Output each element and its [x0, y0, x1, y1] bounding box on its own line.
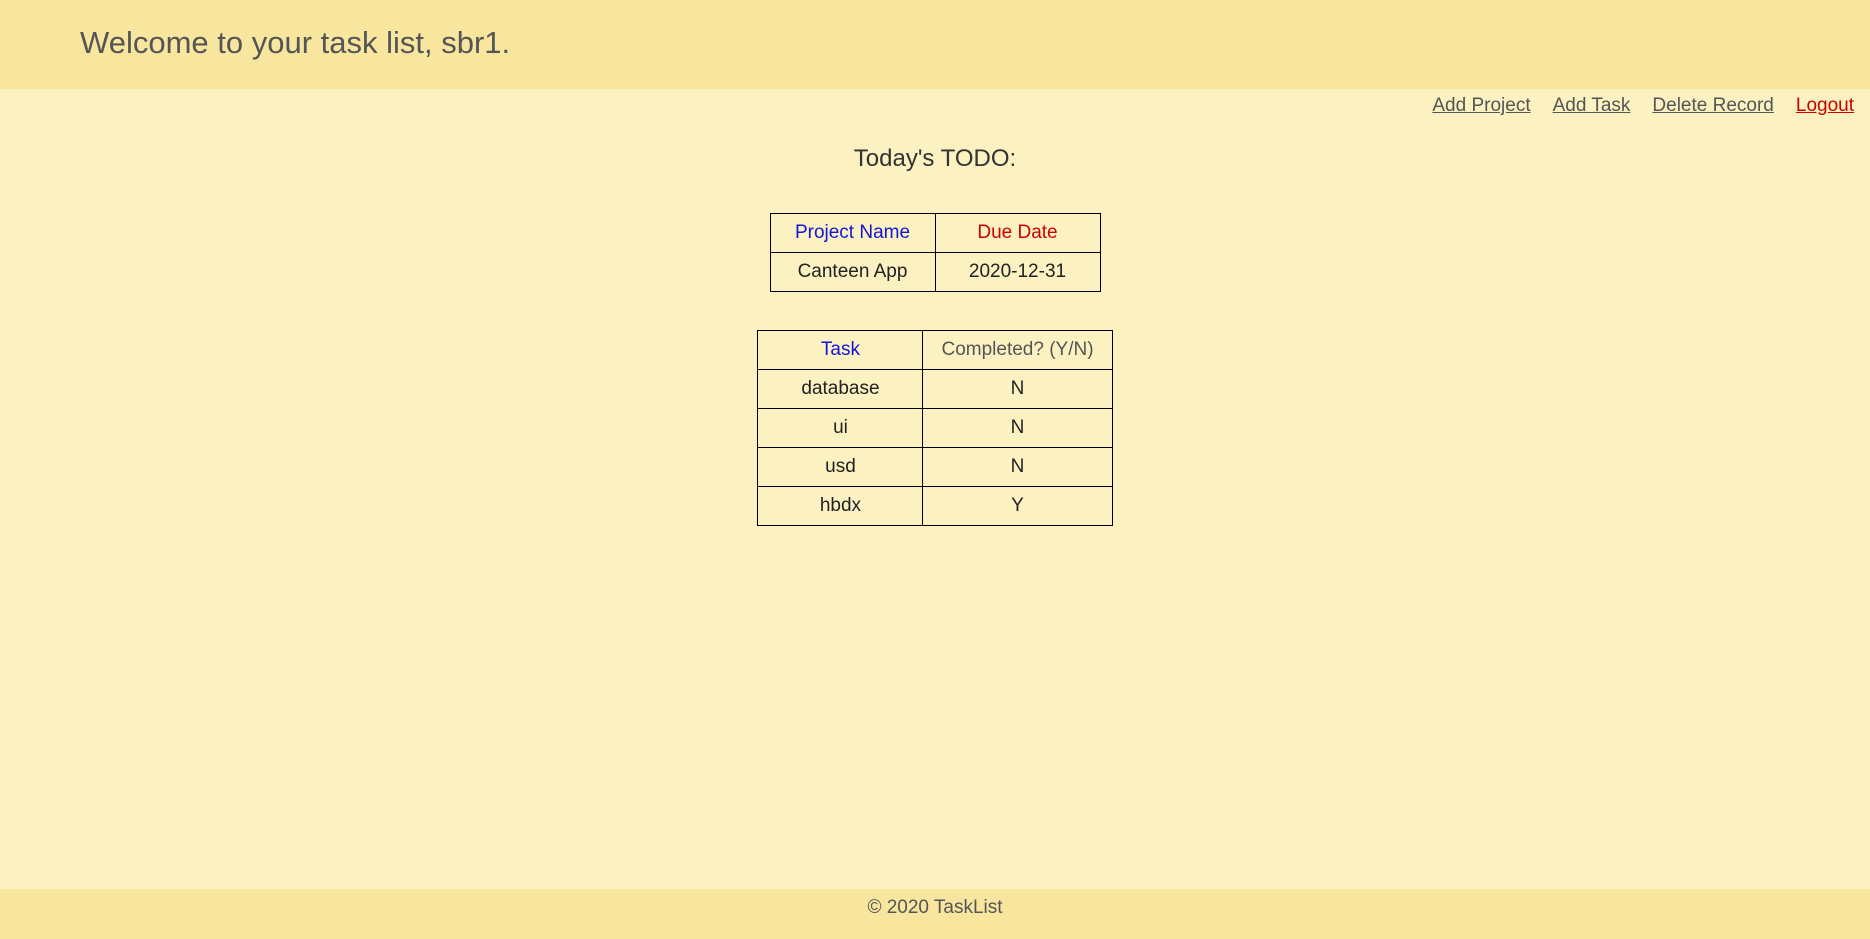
table-row: Canteen App2020-12-31 [770, 253, 1100, 292]
due-date-cell: 2020-12-31 [935, 253, 1100, 292]
welcome-text: Welcome to your task list, sbr1. [80, 25, 1870, 61]
completed-cell: N [923, 448, 1112, 487]
delete-record-link[interactable]: Delete Record [1652, 95, 1773, 117]
table-row: usdN [758, 448, 1112, 487]
add-task-link[interactable]: Add Task [1553, 95, 1631, 117]
projects-table: Project Name Due Date Canteen App2020-12… [770, 213, 1101, 292]
table-header-row: Task Completed? (Y/N) [758, 331, 1112, 370]
task-name-cell: hbdx [758, 487, 923, 526]
nav-links: Add Project Add Task Delete Record Logou… [0, 89, 1870, 117]
task-header: Task [758, 331, 923, 370]
completed-cell: N [923, 370, 1112, 409]
completed-cell: N [923, 409, 1112, 448]
task-name-cell: usd [758, 448, 923, 487]
table-row: databaseN [758, 370, 1112, 409]
task-name-cell: database [758, 370, 923, 409]
table-row: hbdxY [758, 487, 1112, 526]
header-bar: Welcome to your task list, sbr1. [0, 0, 1870, 89]
logout-link[interactable]: Logout [1796, 95, 1854, 117]
add-project-link[interactable]: Add Project [1432, 95, 1530, 117]
table-row: uiN [758, 409, 1112, 448]
section-title: Today's TODO: [854, 145, 1016, 173]
main-content: Today's TODO: Project Name Due Date Cant… [0, 117, 1870, 889]
tasks-table: Task Completed? (Y/N) databaseNuiNusdNhb… [757, 330, 1112, 526]
due-date-header: Due Date [935, 214, 1100, 253]
completed-cell: Y [923, 487, 1112, 526]
table-header-row: Project Name Due Date [770, 214, 1100, 253]
footer-text: © 2020 TaskList [867, 897, 1002, 918]
project-name-cell: Canteen App [770, 253, 935, 292]
completed-header: Completed? (Y/N) [923, 331, 1112, 370]
footer-bar: © 2020 TaskList [0, 889, 1870, 939]
project-name-header: Project Name [770, 214, 935, 253]
task-name-cell: ui [758, 409, 923, 448]
